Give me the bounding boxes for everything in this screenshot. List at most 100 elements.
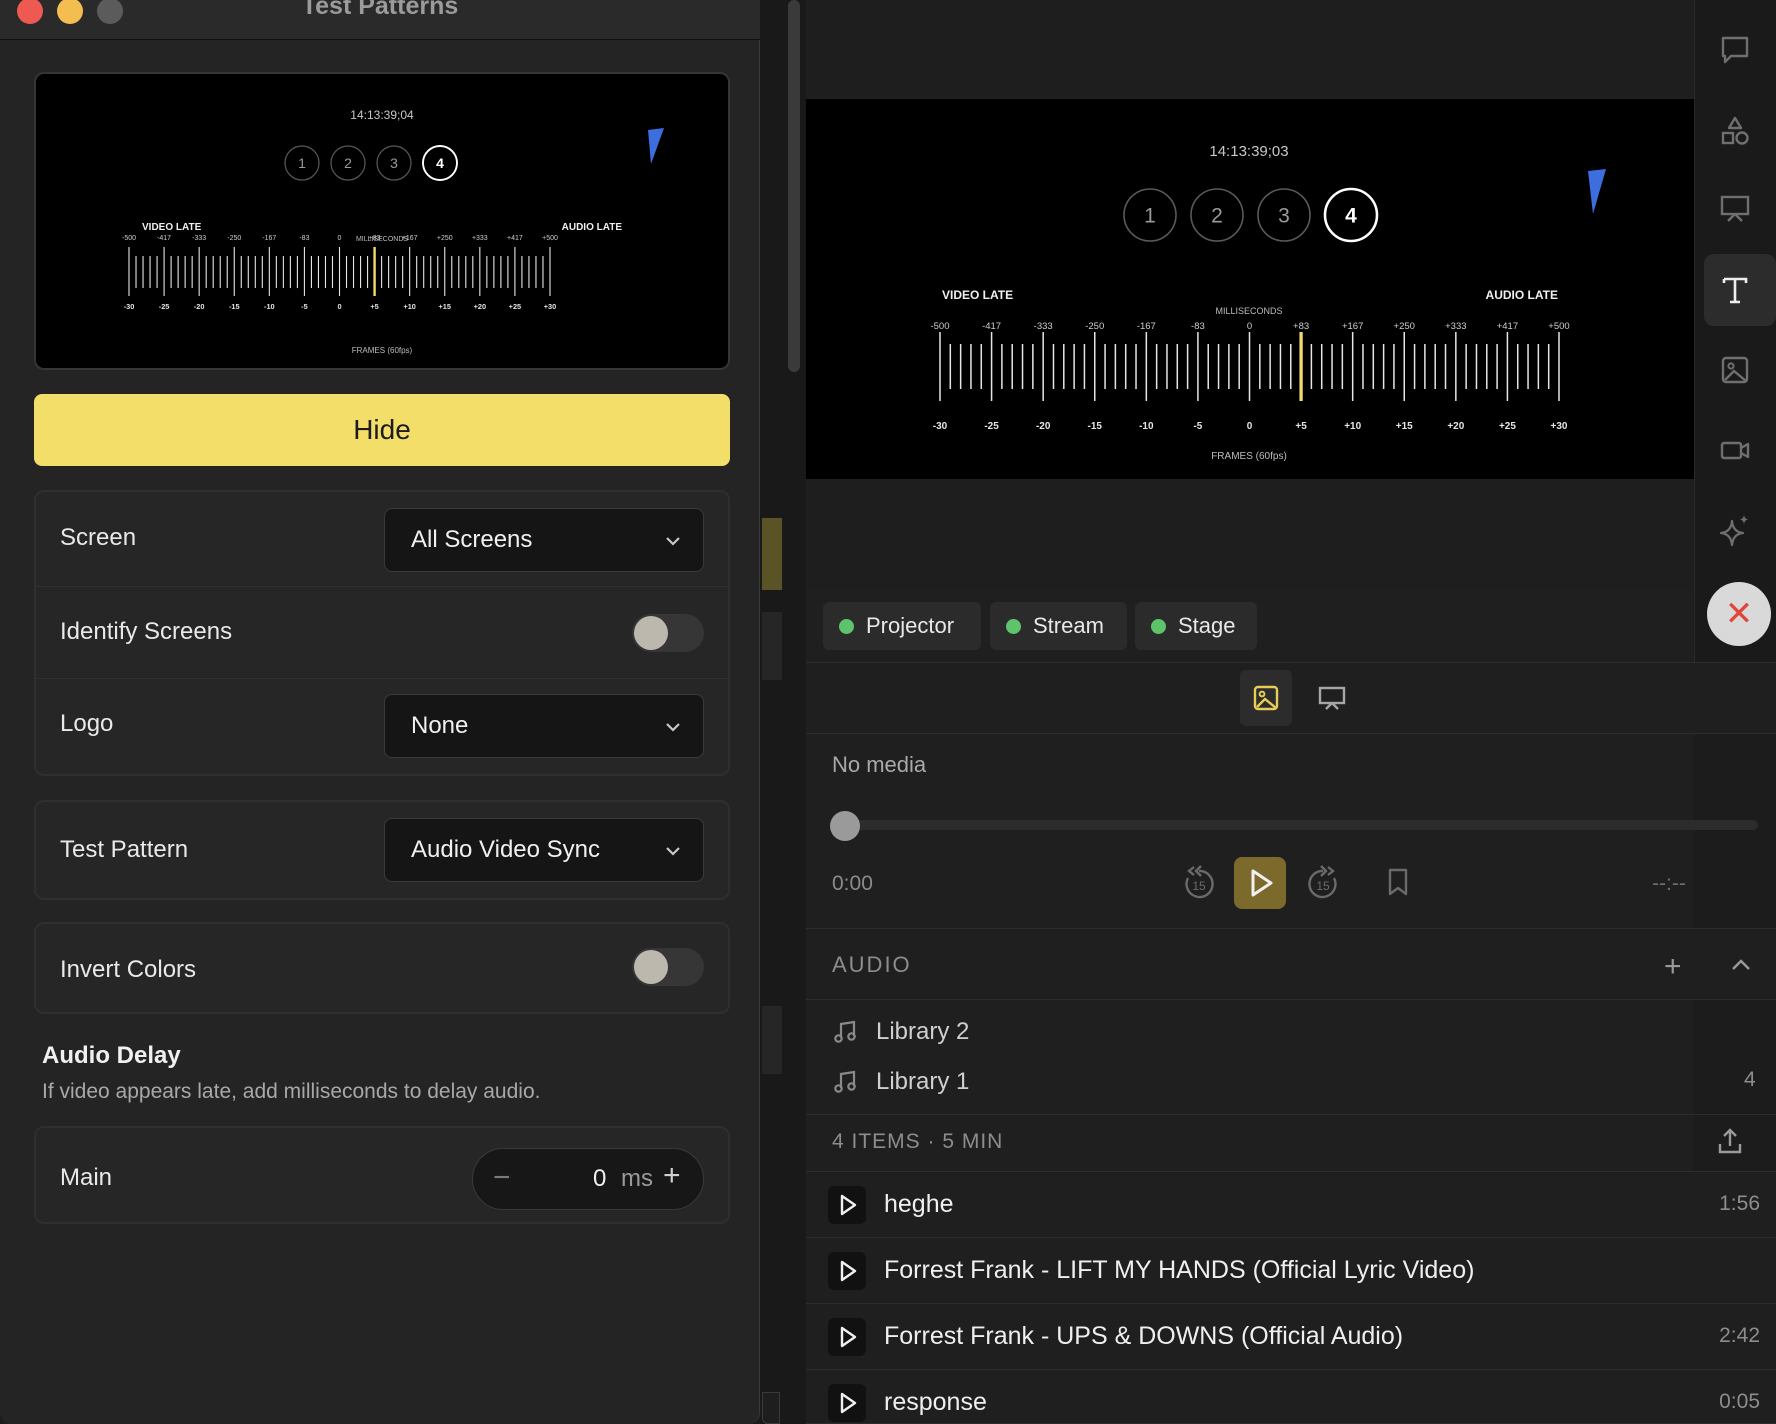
track-play-button[interactable]: [828, 1252, 866, 1290]
frame-tick-label: -15: [1088, 421, 1103, 432]
track-play-button[interactable]: [828, 1318, 866, 1356]
invert-colors-toggle[interactable]: [632, 948, 704, 986]
add-audio-button[interactable]: +: [1664, 950, 1682, 984]
ms-tick-label: +83: [1293, 321, 1309, 332]
ms-tick-label: -83: [1191, 321, 1205, 332]
ms-tick-label: +417: [1497, 321, 1518, 332]
invert-colors-label: Invert Colors: [60, 956, 197, 983]
track-row[interactable]: Forrest Frank - UPS & DOWNS (Official Au…: [806, 1304, 1776, 1370]
test-patterns-window: Test Patterns 14:13:39;04 1 2 3 4 VIDEO LAT…: [0, 0, 760, 1424]
ms-tick-label: 0: [338, 235, 342, 242]
chevron-up-icon[interactable]: [1728, 952, 1754, 978]
progress-knob[interactable]: [830, 811, 860, 841]
window-title: Test Patterns: [301, 0, 459, 20]
ms-tick-label: +500: [1548, 321, 1569, 332]
preview-timecode: 14:13:39;03: [1209, 143, 1288, 160]
identify-screens-toggle[interactable]: [632, 614, 704, 652]
background-highlight-strip: [762, 518, 782, 590]
ms-tick-label: +250: [437, 235, 453, 242]
skip-back-icon[interactable]: 15: [1180, 862, 1218, 902]
play-button[interactable]: [1234, 857, 1286, 909]
delay-stepper[interactable]: − 0 ms +: [472, 1148, 704, 1210]
close-icon[interactable]: ✕: [1707, 582, 1771, 646]
comment-icon[interactable]: [1717, 32, 1753, 68]
beat-number: 3: [390, 155, 398, 171]
frame-tick-label: +30: [1551, 421, 1568, 432]
music-note-icon: [834, 1070, 856, 1093]
main-delay-label: Main: [60, 1164, 113, 1191]
track-row[interactable]: Forrest Frank - LIFT MY HANDS (Official …: [806, 1238, 1776, 1304]
upload-icon[interactable]: [1716, 1126, 1744, 1156]
delay-value[interactable]: 0: [593, 1165, 606, 1193]
audio-late-label: AUDIO LATE: [562, 222, 623, 233]
tab-slides[interactable]: [1306, 670, 1358, 726]
toggle-knob: [634, 950, 668, 984]
output-label: Projector: [866, 613, 955, 638]
status-dot: [1006, 618, 1021, 634]
title-bar: Test Patterns: [0, 0, 760, 40]
test-pattern-select[interactable]: Audio Video Sync: [384, 818, 704, 882]
frame-tick-label: +15: [439, 302, 451, 311]
track-play-button[interactable]: [828, 1186, 866, 1224]
output-stream[interactable]: Stream: [990, 602, 1127, 650]
track-row[interactable]: response 0:05: [806, 1370, 1776, 1424]
track-duration: 1:56: [1719, 1192, 1760, 1215]
background-scrollbar[interactable]: [788, 0, 800, 372]
frame-tick-label: +25: [1499, 421, 1516, 432]
ms-tick-label: -500: [122, 235, 136, 242]
shapes-icon[interactable]: [1717, 112, 1753, 148]
frame-tick-label: +20: [1447, 421, 1464, 432]
frame-tick-label: -25: [984, 421, 999, 432]
logo-label: Logo: [60, 710, 114, 737]
logo-select[interactable]: None: [384, 694, 704, 758]
sparkle-icon[interactable]: [1717, 512, 1753, 548]
ms-tick-label: +500: [542, 235, 558, 242]
current-time: 0:00: [832, 872, 873, 895]
screen-label: Screen: [60, 524, 137, 551]
beat-number: 2: [344, 155, 352, 171]
tab-media[interactable]: [1240, 670, 1292, 726]
preview-bottom-area: [806, 479, 1694, 589]
frame-tick-label: -20: [1036, 421, 1051, 432]
increment-button[interactable]: +: [663, 1159, 681, 1193]
output-stage[interactable]: Stage: [1135, 602, 1257, 650]
screen-select[interactable]: All Screens: [384, 508, 704, 572]
presentation-icon[interactable]: [1717, 190, 1753, 226]
video-icon[interactable]: [1717, 432, 1753, 468]
pattern-thumbnail: 14:13:39;04 1 2 3 4 VIDEO LATE AUDIO LATE M…: [122, 108, 664, 355]
track-row[interactable]: heghe 1:56: [806, 1172, 1776, 1238]
image-icon[interactable]: [1717, 352, 1753, 388]
output-label: Stream: [1033, 613, 1104, 638]
frames-label: FRAMES (60fps): [352, 346, 413, 355]
library-name: Library 1: [876, 1068, 970, 1095]
frame-tick-label: +25: [509, 302, 521, 311]
track-duration: 2:42: [1719, 1324, 1760, 1347]
items-summary: 4 ITEMS · 5 MIN: [832, 1130, 1004, 1153]
library-name: Library 2: [876, 1018, 970, 1045]
library-item[interactable]: Library 1: [832, 1062, 969, 1102]
progress-track[interactable]: [844, 820, 1758, 830]
beat-number: 4: [436, 155, 444, 171]
no-media-label: No media: [832, 752, 927, 777]
text-icon[interactable]: [1717, 272, 1753, 308]
ms-tick-label: 0: [1247, 321, 1252, 332]
chevron-down-icon: [666, 723, 680, 732]
flag-marker: [1588, 169, 1606, 214]
music-note-icon: [834, 1020, 856, 1043]
hide-button[interactable]: Hide: [34, 394, 730, 466]
skip-forward-icon[interactable]: 15: [1304, 862, 1342, 902]
skip-back-seconds: 15: [1192, 879, 1206, 893]
output-projector[interactable]: Projector: [823, 602, 981, 650]
bookmark-icon[interactable]: [1384, 866, 1412, 898]
track-play-button[interactable]: [828, 1384, 866, 1422]
ms-tick-label: +167: [1342, 321, 1363, 332]
screen-select-value: All Screens: [411, 526, 533, 553]
beat-number: 1: [1144, 205, 1156, 228]
background-tab-edge: [762, 1392, 780, 1424]
library-count: 4: [1744, 1068, 1756, 1091]
flag-marker: [648, 128, 664, 164]
decrement-button[interactable]: −: [493, 1161, 511, 1195]
ms-tick-label: -500: [930, 321, 949, 332]
audio-delay-title: Audio Delay: [42, 1042, 181, 1069]
library-item[interactable]: Library 2: [832, 1012, 969, 1052]
